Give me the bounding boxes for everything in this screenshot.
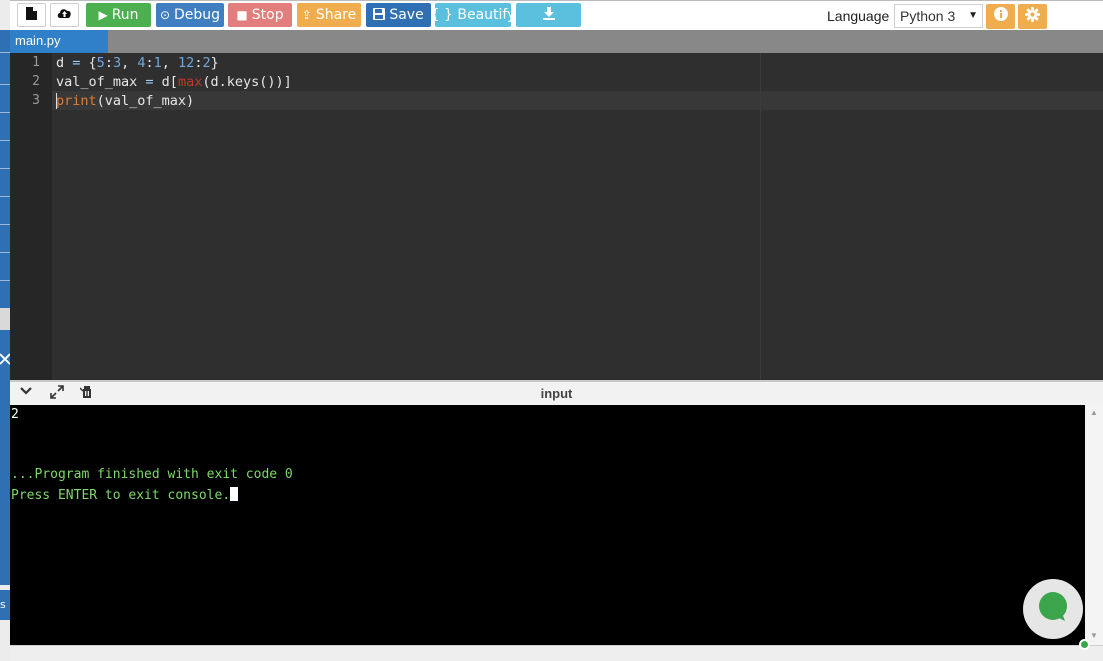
share-label: Share (315, 7, 357, 23)
language-select[interactable]: Python 3 ▼ (894, 4, 983, 28)
dropdown-caret-icon: ▼ (968, 10, 978, 21)
console-line: ...Program finished with exit code 0 (11, 467, 293, 482)
sidebar-panel (0, 30, 10, 308)
beautify-label: { } Beautify (430, 7, 516, 23)
console-header: input (10, 380, 1103, 405)
terminal-cursor (230, 487, 239, 501)
share-icon: ⇪ (301, 8, 312, 22)
download-icon (542, 6, 555, 24)
code-token: (val_of_max) (96, 93, 195, 109)
gear-icon (1025, 6, 1040, 27)
code-token: : (104, 55, 113, 71)
save-button[interactable]: Save (366, 3, 431, 27)
run-label: Run (111, 7, 139, 23)
line-number: 3 (32, 93, 40, 108)
code-token: d (56, 55, 73, 71)
text-cursor (56, 93, 57, 109)
code-token: 3 (112, 55, 122, 71)
file-icon (26, 6, 37, 24)
code-token: max (177, 74, 203, 90)
console-title: input (540, 386, 573, 401)
console-prompt-text: Press ENTER to exit console. (11, 488, 231, 503)
play-icon: ▶ (98, 8, 108, 22)
left-sidebar: ✕ s (0, 0, 13, 661)
code-line[interactable]: d = {5:3, 4:1, 12:2} (56, 54, 219, 73)
sidebar-divider (0, 168, 10, 169)
language-value: Python 3 (900, 8, 956, 24)
stop-button[interactable]: ■ Stop (228, 3, 292, 27)
code-token: } (210, 55, 219, 71)
code-token: { (80, 55, 97, 71)
code-token: 4 (137, 55, 146, 71)
language-label: Language (827, 8, 890, 24)
code-line[interactable]: val_of_max = d[max(d.keys())] (56, 73, 292, 92)
tab-main-py[interactable]: main.py (10, 30, 108, 53)
code-token: 5 (96, 55, 105, 71)
scroll-down-icon[interactable]: ▼ (1090, 631, 1098, 640)
chat-button[interactable] (1023, 579, 1083, 639)
line-number: 2 (32, 74, 40, 89)
tab-label: main.py (15, 33, 61, 48)
upload-button[interactable] (50, 3, 79, 27)
sidebar-divider (0, 52, 10, 53)
stop-label: Stop (251, 7, 284, 23)
new-file-button[interactable] (17, 3, 46, 27)
console-output[interactable]: 2 ...Program finished with exit code 0 P… (10, 405, 1085, 645)
sidebar-divider (0, 224, 10, 225)
code-token: val_of_max (56, 74, 146, 90)
code-editor[interactable]: 1 2 3 d = {5:3, 4:1, 12:2} val_of_max = … (10, 53, 1103, 380)
cloud-upload-icon (57, 7, 72, 23)
file-tab-bar: main.py (10, 30, 1103, 53)
status-bar (10, 645, 1103, 661)
info-button[interactable] (986, 4, 1015, 29)
sidebar-divider (0, 252, 10, 253)
debug-label: Debug (174, 7, 221, 23)
sidebar-divider (0, 280, 10, 281)
online-status-icon (1079, 639, 1090, 650)
code-token: , (161, 55, 179, 71)
sidebar-divider (0, 196, 10, 197)
active-line-highlight (52, 91, 1103, 110)
console-line: 2 (11, 407, 19, 422)
code-token: print (56, 93, 97, 109)
print-margin (760, 53, 761, 380)
console-prompt-line: Press ENTER to exit console. (11, 487, 239, 503)
console-scrollbar[interactable]: ▲ ▼ (1085, 405, 1103, 645)
code-token: d[ (153, 74, 178, 90)
scroll-up-icon[interactable]: ▲ (1090, 408, 1098, 417)
floppy-icon (373, 8, 386, 22)
code-line[interactable]: print(val_of_max) (56, 92, 194, 111)
run-button[interactable]: ▶ Run (86, 3, 151, 27)
debug-icon: ⊙ (159, 8, 170, 22)
info-icon (993, 7, 1008, 26)
stop-icon: ■ (236, 8, 248, 22)
download-button[interactable] (516, 3, 581, 27)
sidebar-item[interactable] (0, 308, 10, 330)
toolbar: ▶ Run ⊙ Debug ■ Stop ⇪ Share Save { } Be… (10, 0, 1103, 30)
beautify-button[interactable]: { } Beautify (431, 3, 515, 27)
sidebar-letter: s (0, 598, 6, 611)
settings-button[interactable] (1018, 4, 1047, 29)
save-label: Save (389, 7, 424, 23)
sidebar-divider (0, 112, 10, 113)
code-token: 1 (153, 55, 162, 71)
share-button[interactable]: ⇪ Share (297, 3, 361, 27)
code-token: : (145, 55, 154, 71)
sidebar-divider (0, 84, 10, 85)
code-token: 12 (178, 55, 195, 71)
code-token: = (145, 74, 154, 90)
sidebar-divider (0, 140, 10, 141)
debug-button[interactable]: ⊙ Debug (156, 3, 224, 27)
chat-bubble-icon (1037, 591, 1069, 628)
code-token: (d.keys())] (202, 74, 292, 90)
code-token: 2 (202, 55, 211, 71)
line-number: 1 (32, 55, 40, 70)
line-number-gutter: 1 2 3 (10, 53, 52, 380)
code-token: , (121, 55, 138, 71)
